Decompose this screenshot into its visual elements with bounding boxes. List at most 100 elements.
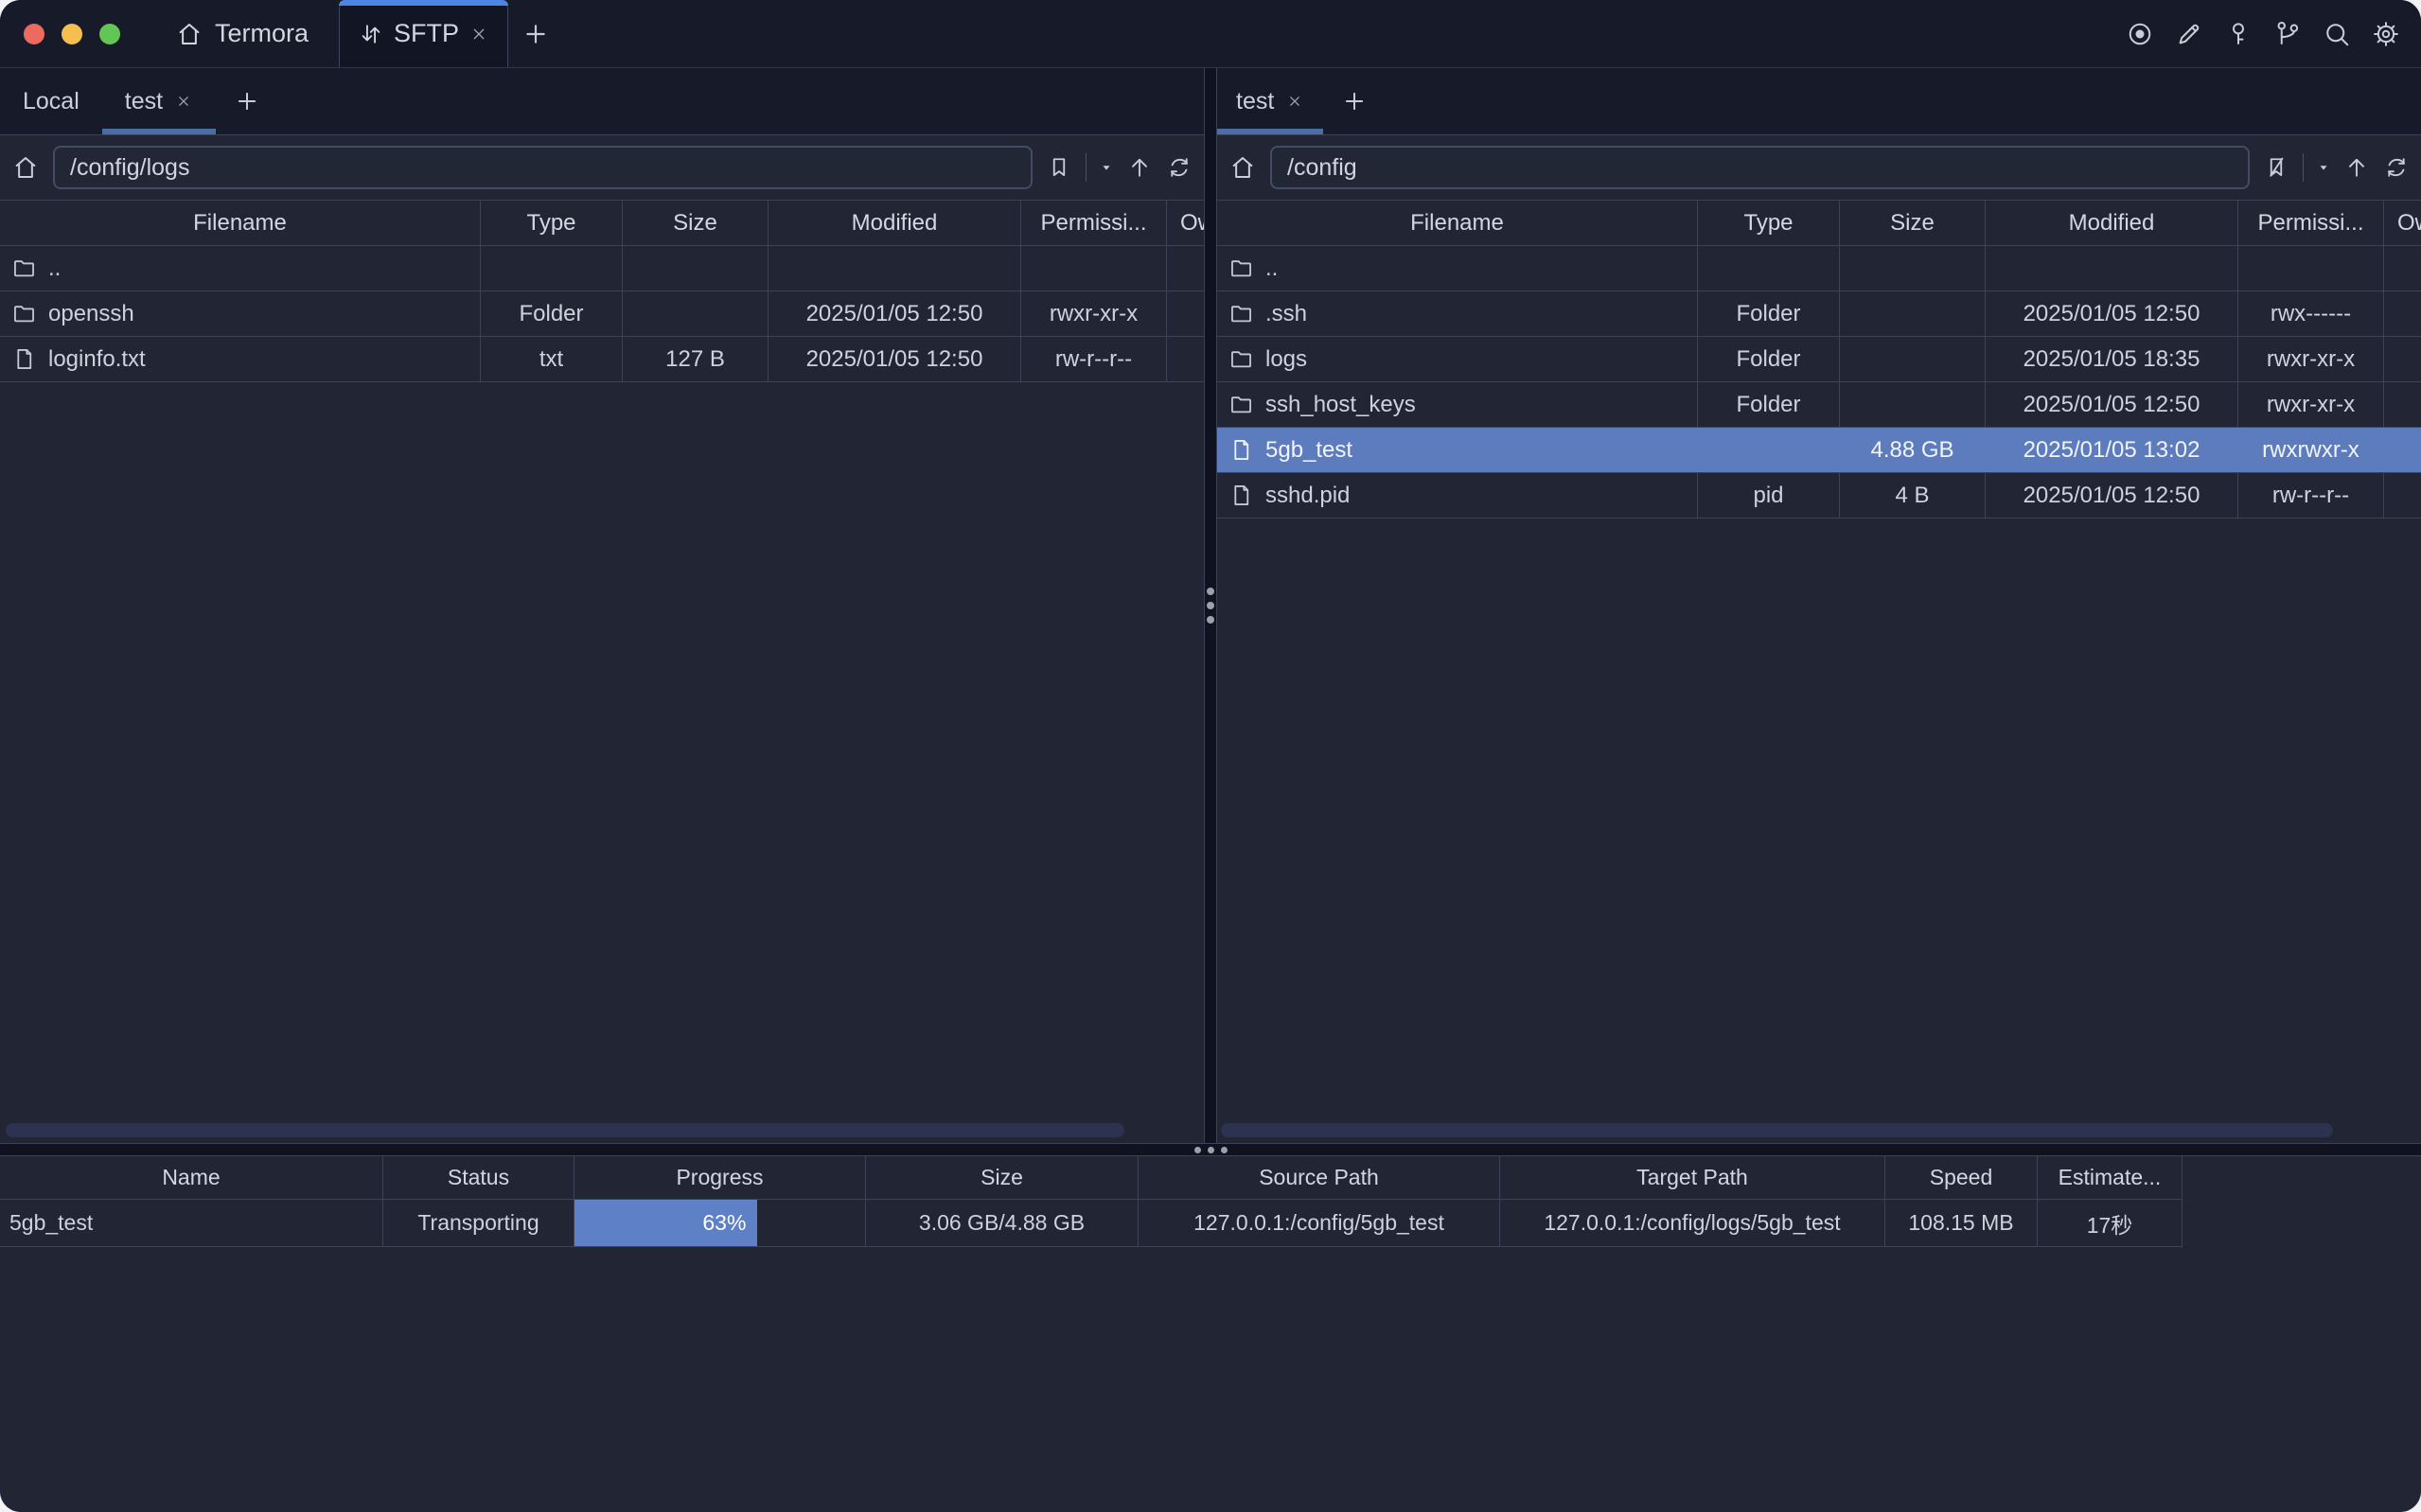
table-row[interactable]: loginfo.txt txt 127 B 2025/01/05 12:50 r… [0, 337, 1204, 382]
filename: logs [1265, 346, 1307, 373]
transfer-updown-icon [358, 21, 384, 47]
column-header-target-path: Target Path [1500, 1156, 1885, 1199]
search-icon[interactable] [2323, 20, 2351, 48]
record-icon[interactable] [2126, 20, 2154, 48]
zoom-window-button[interactable] [99, 24, 120, 44]
file-size: 127 B [623, 337, 769, 381]
column-header-size[interactable]: Size [1840, 201, 1986, 245]
titlebar-actions [2126, 0, 2421, 67]
home-icon[interactable] [11, 153, 40, 182]
filename: sshd.pid [1265, 483, 1350, 509]
column-header-owner[interactable]: Ow [2384, 201, 2421, 245]
close-icon[interactable] [174, 92, 193, 111]
file-modified [1986, 246, 2238, 290]
column-header-type[interactable]: Type [1698, 201, 1840, 245]
key-icon[interactable] [2224, 20, 2253, 48]
column-header-owner[interactable]: Ow [1167, 201, 1204, 245]
file-owner [1167, 337, 1204, 381]
column-header-filename[interactable]: Filename [0, 201, 481, 245]
progress-fill: 63% [574, 1200, 757, 1246]
home-icon [175, 20, 203, 48]
folder-icon [11, 255, 37, 281]
add-tab-button[interactable] [1323, 68, 1386, 134]
edit-pencil-icon[interactable] [2175, 20, 2203, 48]
horizontal-scrollbar[interactable] [1221, 1123, 2333, 1137]
bookmark-slash-icon[interactable] [2263, 154, 2289, 181]
column-header-estimate: Estimate... [2038, 1156, 2182, 1199]
home-icon[interactable] [1228, 153, 1257, 182]
file-size [1840, 246, 1986, 290]
tab-local-label: Local [23, 88, 80, 115]
branch-icon[interactable] [2273, 20, 2302, 48]
add-tab-button[interactable] [216, 68, 278, 134]
titlebar: Termora SFTP [0, 0, 2421, 68]
column-header-size[interactable]: Size [623, 201, 769, 245]
column-header-type[interactable]: Type [481, 201, 623, 245]
file-type: pid [1698, 473, 1840, 518]
column-header-speed: Speed [1885, 1156, 2038, 1199]
left-pane: Local test F [0, 68, 1204, 1143]
tab-sftp[interactable]: SFTP [339, 0, 508, 67]
close-icon[interactable] [468, 24, 489, 44]
splitter-dot [1208, 1147, 1214, 1153]
column-header-filename[interactable]: Filename [1217, 201, 1698, 245]
filename: .ssh [1265, 301, 1307, 327]
horizontal-scrollbar[interactable] [6, 1123, 1124, 1137]
up-directory-icon[interactable] [1126, 154, 1153, 181]
table-row[interactable]: openssh Folder 2025/01/05 12:50 rwxr-xr-… [0, 291, 1204, 337]
transfer-size: 3.06 GB/4.88 GB [866, 1200, 1139, 1246]
table-row[interactable]: .ssh Folder 2025/01/05 12:50 rwx------ [1217, 291, 2421, 337]
up-directory-icon[interactable] [2343, 154, 2370, 181]
table-row-selected[interactable]: 5gb_test 4.88 GB 2025/01/05 13:02 rwxrwx… [1217, 428, 2421, 473]
chevron-down-icon[interactable] [2317, 161, 2330, 174]
file-icon [1228, 483, 1254, 508]
file-owner [1167, 291, 1204, 336]
column-header-modified[interactable]: Modified [769, 201, 1021, 245]
new-tab-button[interactable] [508, 0, 563, 67]
file-permissions [1021, 246, 1167, 290]
plus-icon [1340, 87, 1369, 115]
file-permissions: rwxr-xr-x [2238, 382, 2384, 427]
file-owner [2384, 291, 2421, 336]
transfer-table-header: Name Status Progress Size Source Path Ta… [0, 1156, 2182, 1200]
chevron-down-icon[interactable] [1100, 161, 1113, 174]
right-path-input[interactable] [1270, 146, 2250, 189]
table-row[interactable]: ssh_host_keys Folder 2025/01/05 12:50 rw… [1217, 382, 2421, 428]
horizontal-splitter[interactable] [0, 1143, 2421, 1156]
table-row[interactable]: .. [0, 246, 1204, 291]
table-row[interactable]: sshd.pid pid 4 B 2025/01/05 12:50 rw-r--… [1217, 473, 2421, 519]
termora-window: Termora SFTP Local te [0, 0, 2421, 1512]
tab-termora-home[interactable]: Termora [158, 0, 326, 67]
tab-local[interactable]: Local [0, 68, 102, 134]
transfer-row[interactable]: 5gb_test Transporting 63% 3.06 GB/4.88 G… [0, 1200, 2182, 1247]
file-size: 4 B [1840, 473, 1986, 518]
column-header-modified[interactable]: Modified [1986, 201, 2238, 245]
column-header-permissions[interactable]: Permissi... [1021, 201, 1167, 245]
tab-test-local-pane[interactable]: test [102, 68, 216, 134]
transfer-status: Transporting [383, 1200, 574, 1246]
vertical-splitter[interactable] [1204, 68, 1217, 1143]
progress-label: 63% [702, 1210, 746, 1236]
folder-icon [1228, 392, 1254, 417]
table-row[interactable]: .. [1217, 246, 2421, 291]
column-header-name: Name [0, 1156, 383, 1199]
bookmark-icon[interactable] [1046, 154, 1072, 181]
column-header-permissions[interactable]: Permissi... [2238, 201, 2384, 245]
minimize-window-button[interactable] [62, 24, 82, 44]
right-pane-empty-area [1217, 519, 2421, 1123]
file-modified [769, 246, 1021, 290]
tab-test-remote-pane[interactable]: test [1217, 68, 1323, 134]
refresh-icon[interactable] [2383, 154, 2410, 181]
filename: 5gb_test [1265, 437, 1352, 464]
file-type: txt [481, 337, 623, 381]
left-pane-tabs: Local test [0, 68, 1204, 135]
left-pane-empty-area [0, 382, 1204, 1123]
table-row[interactable]: logs Folder 2025/01/05 18:35 rwxr-xr-x [1217, 337, 2421, 382]
left-path-input[interactable] [53, 146, 1033, 189]
gear-icon[interactable] [2372, 20, 2400, 48]
plus-icon [233, 87, 261, 115]
refresh-icon[interactable] [1166, 154, 1193, 181]
file-permissions: rw-r--r-- [2238, 473, 2384, 518]
close-window-button[interactable] [24, 24, 44, 44]
close-icon[interactable] [1285, 92, 1304, 111]
